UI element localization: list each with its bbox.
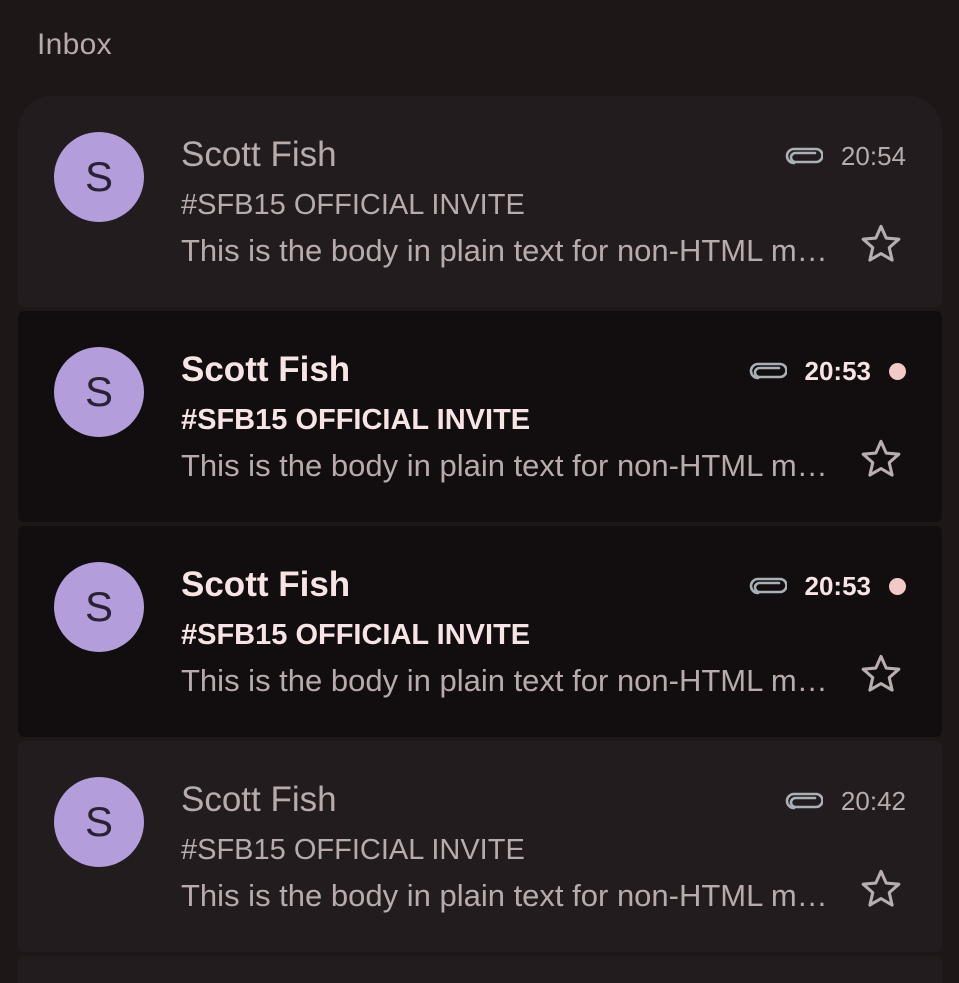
star-outline-icon[interactable] [858, 436, 904, 482]
email-time: 20:53 [804, 355, 872, 386]
email-list-item-partial[interactable] [18, 956, 942, 983]
avatar-letter: S [84, 153, 113, 200]
email-list-item[interactable]: S Scott Fish #SFB15 OFFICIAL INVITE This… [18, 526, 942, 737]
sender-name: Scott Fish [181, 135, 337, 174]
paperclip-icon [749, 577, 787, 595]
email-meta: 20:54 [785, 138, 906, 174]
email-meta: 20:53 [749, 353, 906, 389]
email-list: S Scott Fish #SFB15 OFFICIAL INVITE This… [18, 96, 942, 983]
email-subject: #SFB15 OFFICIAL INVITE [181, 834, 525, 866]
email-meta: 20:42 [785, 783, 906, 819]
star-outline-icon[interactable] [858, 651, 904, 697]
paperclip-icon [785, 147, 823, 165]
avatar[interactable]: S [54, 132, 144, 222]
email-list-item[interactable]: S Scott Fish #SFB15 OFFICIAL INVITE This… [18, 96, 942, 307]
sender-name: Scott Fish [181, 350, 351, 389]
email-snippet: This is the body in plain text for non-H… [181, 233, 831, 268]
email-meta: 20:53 [749, 568, 906, 604]
avatar[interactable]: S [54, 777, 144, 867]
star-outline-icon[interactable] [858, 221, 904, 267]
email-list-item[interactable]: S Scott Fish #SFB15 OFFICIAL INVITE This… [18, 311, 942, 522]
email-subject: #SFB15 OFFICIAL INVITE [181, 189, 525, 221]
email-time: 20:54 [840, 140, 906, 171]
email-snippet: This is the body in plain text for non-H… [181, 663, 831, 698]
avatar[interactable]: S [54, 562, 144, 652]
avatar-letter: S [84, 798, 113, 845]
email-list-item[interactable]: S Scott Fish #SFB15 OFFICIAL INVITE This… [18, 741, 942, 952]
sender-name: Scott Fish [181, 780, 337, 819]
avatar-letter: S [84, 368, 113, 415]
avatar-letter: S [84, 583, 113, 630]
inbox-screen: Inbox S Scott Fish #SFB15 OFFICIAL INVIT… [0, 0, 959, 983]
paperclip-icon [749, 362, 787, 380]
star-outline-icon[interactable] [858, 866, 904, 912]
paperclip-icon [785, 792, 823, 810]
section-title: Inbox [37, 28, 112, 61]
email-snippet: This is the body in plain text for non-H… [181, 878, 831, 913]
email-snippet: This is the body in plain text for non-H… [181, 448, 831, 483]
email-time: 20:53 [804, 570, 872, 601]
avatar[interactable]: S [54, 347, 144, 437]
email-subject: #SFB15 OFFICIAL INVITE [181, 404, 531, 436]
email-time: 20:42 [840, 785, 906, 816]
sender-name: Scott Fish [181, 565, 351, 604]
email-subject: #SFB15 OFFICIAL INVITE [181, 619, 531, 651]
unread-dot [889, 577, 906, 595]
unread-dot [889, 362, 906, 380]
